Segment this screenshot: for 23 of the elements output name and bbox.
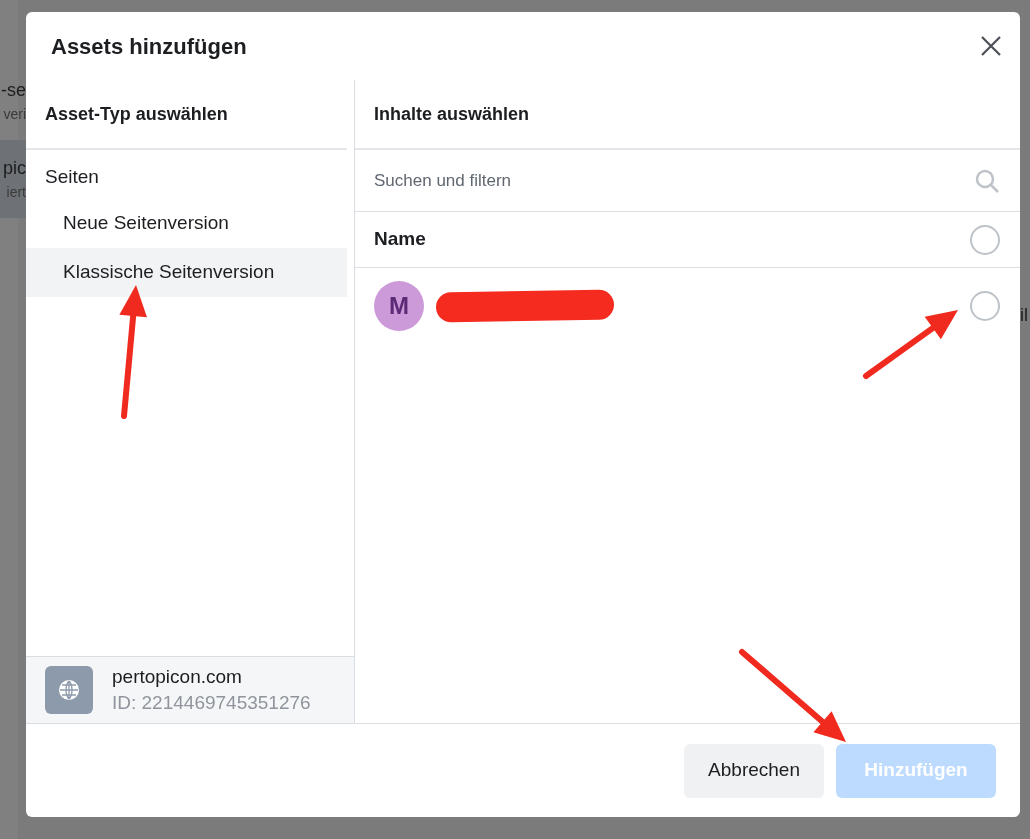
radio-button[interactable] (970, 291, 1000, 321)
avatar-initial: M (374, 281, 424, 331)
search-field[interactable]: Suchen und filtern (374, 167, 974, 194)
item-title: pic (3, 157, 26, 180)
page-text: il (1020, 304, 1028, 327)
search-icon (974, 167, 1000, 194)
asset-type-item[interactable]: Klassische Seitenversion (26, 248, 347, 297)
dialog-title: Assets hinzufügen (51, 32, 247, 61)
globe-icon (45, 666, 93, 714)
group-label: Seiten (44, 165, 100, 189)
item-title: -se (1, 79, 26, 102)
item-subtitle: veri (3, 105, 26, 124)
column-heading: Inhalte auswählen (374, 102, 530, 126)
item-subtitle: iert (6, 183, 26, 202)
business-name: pertopicon.com (112, 665, 243, 689)
business-id: ID: 2214469745351276 (112, 691, 311, 715)
radio-button[interactable] (970, 224, 1000, 255)
page-list-item[interactable]: -se veri (0, 62, 26, 140)
cancel-button[interactable]: Abbrechen (684, 743, 824, 798)
asset-type-item[interactable]: Neue Seitenversion (26, 199, 347, 248)
close-icon[interactable] (980, 35, 1002, 57)
column-heading: Asset-Typ auswählen (45, 102, 228, 126)
column-header: Name (374, 227, 426, 252)
